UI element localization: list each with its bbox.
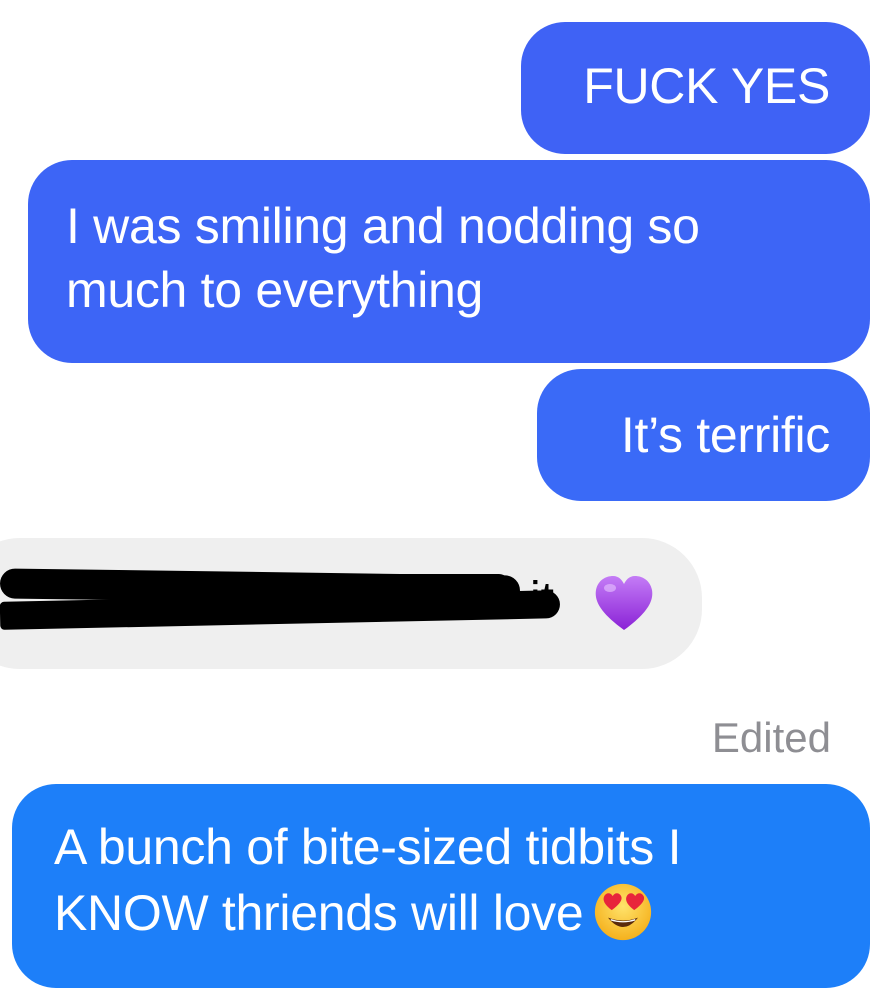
message-text: It’s terrific [620,407,830,463]
sent-message-bubble[interactable]: I was smiling and nodding so much to eve… [28,160,870,363]
sent-message-bubble[interactable]: It’s terrific [537,369,870,501]
sent-message-bubble[interactable]: A bunch of bite-sized tidbits I KNOW thr… [12,784,870,988]
message-thread: FUCK YES I was smiling and nodding so mu… [0,0,893,1002]
message-text: I was smiling and nodding so much to eve… [66,198,700,318]
sent-message-bubble[interactable]: FUCK YES [521,22,870,154]
message-text-fragment: it [530,573,554,626]
redaction-scribble [280,574,510,596]
edited-label: Edited [711,714,831,761]
message-text: FUCK YES [583,58,830,114]
received-message-bubble[interactable]: it [0,538,702,669]
message-text: A bunch of bite-sized tidbits I KNOW thr… [54,819,682,941]
purple-heart-icon [595,576,653,630]
heart-eyes-emoji-icon [595,883,652,941]
